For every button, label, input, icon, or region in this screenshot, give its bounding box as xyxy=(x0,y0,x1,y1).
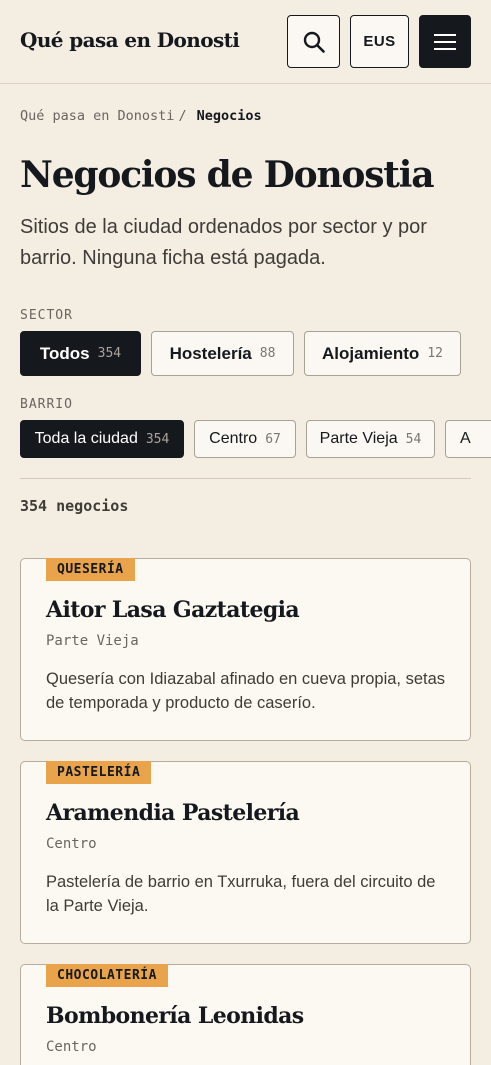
site-header: Qué pasa en Donosti EUS xyxy=(0,0,491,84)
listing-neighborhood: Parte Vieja xyxy=(46,633,139,649)
chip-count: 88 xyxy=(259,346,276,361)
listing-name[interactable]: Aramendia Pastelería xyxy=(46,800,300,826)
listing-card[interactable]: CHOCOLATERÍA Bombonería Leonidas Centro xyxy=(20,964,471,1065)
listing-neighborhood: Centro xyxy=(46,1039,97,1055)
hamburger-menu-icon xyxy=(434,29,456,55)
listing-card[interactable]: PASTELERÍA Aramendia Pastelería Centro P… xyxy=(20,761,471,944)
site-brand[interactable]: Qué pasa en Donosti xyxy=(20,28,240,52)
barrio-filter-label: BARRIO xyxy=(20,397,73,412)
chip-count: 12 xyxy=(427,346,443,361)
sector-chip-alojamiento[interactable]: Alojamiento 12 xyxy=(304,331,461,376)
chip-count: 354 xyxy=(97,346,122,361)
search-icon xyxy=(303,31,325,53)
barrio-chip-partial[interactable]: A xyxy=(445,420,491,458)
chip-label: Todos xyxy=(39,343,90,363)
sector-filter: Todos 354 Hostelería 88 Alojamiento 12 xyxy=(20,331,461,376)
chip-label: Centro xyxy=(209,430,258,447)
chip-label: Toda la ciudad xyxy=(34,430,138,447)
chip-label: Parte Vieja xyxy=(319,430,398,447)
barrio-chip-toda-la-ciudad[interactable]: Toda la ciudad 354 xyxy=(20,420,184,458)
barrio-chip-centro[interactable]: Centro 67 xyxy=(194,420,296,458)
results-count: 354 negocios xyxy=(20,497,129,515)
listing-name[interactable]: Aitor Lasa Gaztategia xyxy=(46,597,300,623)
chip-label: Alojamiento xyxy=(322,343,420,363)
listing-neighborhood: Centro xyxy=(46,836,97,852)
chip-label: Hostelería xyxy=(169,343,252,363)
listing-name[interactable]: Bombonería Leonidas xyxy=(46,1003,304,1029)
menu-button[interactable] xyxy=(419,15,471,68)
results-divider xyxy=(20,478,471,479)
chip-count: 67 xyxy=(265,431,281,447)
category-tag: QUESERÍA xyxy=(46,558,135,581)
breadcrumb-home-link[interactable]: Qué pasa en Donosti xyxy=(20,108,174,124)
sector-chip-todos[interactable]: Todos 354 xyxy=(20,331,141,376)
breadcrumb: Qué pasa en Donosti / Negocios xyxy=(20,108,262,124)
search-button[interactable] xyxy=(287,15,340,68)
category-tag: PASTELERÍA xyxy=(46,761,152,784)
category-tag: CHOCOLATERÍA xyxy=(46,964,168,987)
listing-description: Quesería con Idiazabal afinado en cueva … xyxy=(46,670,446,712)
sector-filter-label: SECTOR xyxy=(20,308,73,323)
breadcrumb-current: Negocios xyxy=(196,108,262,124)
language-button[interactable]: EUS xyxy=(350,15,409,68)
barrio-chip-parte-vieja[interactable]: Parte Vieja 54 xyxy=(306,420,435,458)
chip-label: A xyxy=(460,430,471,447)
listing-card[interactable]: QUESERÍA Aitor Lasa Gaztategia Parte Vie… xyxy=(20,558,471,741)
page-title: Negocios de Donostia xyxy=(20,154,435,196)
sector-chip-hosteleria[interactable]: Hostelería 88 xyxy=(151,331,294,376)
chip-count: 54 xyxy=(405,431,422,447)
listing-description: Pastelería de barrio en Txurruka, fuera … xyxy=(46,873,436,915)
chip-count: 354 xyxy=(145,431,170,447)
barrio-filter: Toda la ciudad 354 Centro 67 Parte Vieja… xyxy=(20,420,491,458)
page-lead: Sitios de la ciudad ordenados por sector… xyxy=(20,216,427,269)
breadcrumb-separator: / xyxy=(178,108,187,124)
